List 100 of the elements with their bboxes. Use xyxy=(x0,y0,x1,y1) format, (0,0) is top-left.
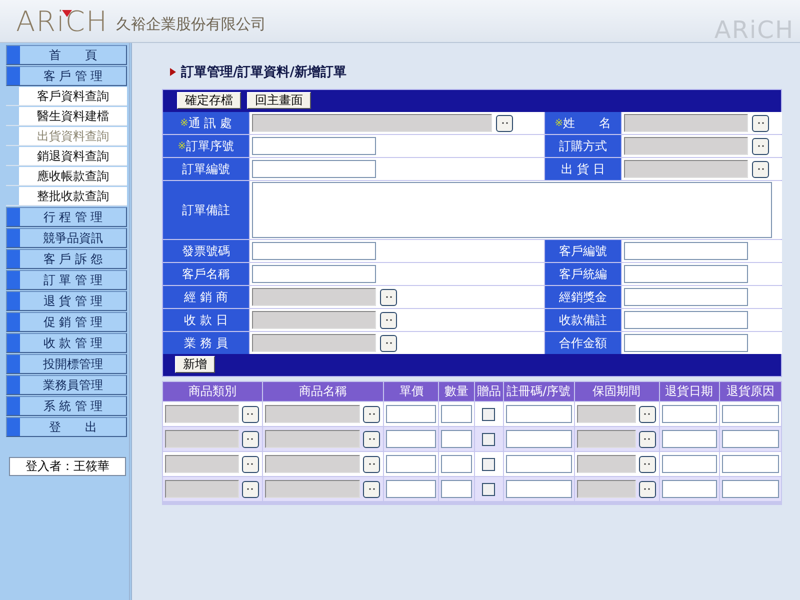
lookup-button[interactable] xyxy=(242,480,259,498)
input-field[interactable] xyxy=(624,334,748,352)
input-field[interactable] xyxy=(722,455,779,473)
menu-item[interactable]: 客 戶 管 理 xyxy=(6,66,127,86)
input-field[interactable] xyxy=(576,430,636,448)
add-button[interactable]: 新增 xyxy=(175,356,215,373)
submenu-item[interactable]: 應收帳款查詢 xyxy=(6,167,127,186)
menu-item[interactable]: 促 銷 管 理 xyxy=(6,312,127,332)
input-field[interactable] xyxy=(722,480,779,498)
gift-checkbox[interactable] xyxy=(482,458,496,470)
input-field[interactable] xyxy=(252,288,376,306)
lookup-button[interactable] xyxy=(363,430,380,448)
input-field[interactable] xyxy=(624,311,748,329)
input-field[interactable] xyxy=(506,430,572,448)
lookup-button[interactable] xyxy=(638,456,656,472)
input-field[interactable] xyxy=(386,430,436,448)
submenu-item[interactable]: 整批收款查詢 xyxy=(6,187,127,206)
lookup-button[interactable] xyxy=(363,456,380,472)
input-field[interactable] xyxy=(662,455,717,473)
input-field[interactable] xyxy=(441,455,472,473)
input-field[interactable] xyxy=(252,114,492,132)
input-field[interactable] xyxy=(624,160,748,178)
input-field[interactable] xyxy=(264,405,360,423)
input-field[interactable] xyxy=(252,265,376,283)
input-field[interactable] xyxy=(662,405,717,423)
input-field[interactable] xyxy=(165,455,239,473)
input-field[interactable] xyxy=(441,405,472,423)
lookup-button[interactable] xyxy=(380,288,397,306)
menu-item[interactable]: 退 貨 管 理 xyxy=(6,291,127,311)
menu-item[interactable]: 業務員管理 xyxy=(6,375,127,395)
input-field[interactable] xyxy=(722,430,779,448)
submenu-item[interactable]: 出貨資料查詢 xyxy=(6,127,127,146)
lookup-button[interactable] xyxy=(380,334,397,352)
lookup-button[interactable] xyxy=(638,480,656,498)
input-field[interactable] xyxy=(252,242,376,260)
label-text: 訂購方式 xyxy=(559,138,607,154)
input-field[interactable] xyxy=(165,405,239,423)
lookup-button[interactable] xyxy=(363,406,380,422)
menu-item[interactable]: 客 戶 訴 怨 xyxy=(6,249,127,269)
input-field[interactable] xyxy=(506,455,572,473)
input-field[interactable] xyxy=(624,288,748,306)
lookup-button[interactable] xyxy=(752,114,769,132)
input-field[interactable] xyxy=(264,430,360,448)
menu-item[interactable]: 首 頁 xyxy=(6,45,127,65)
input-field[interactable] xyxy=(624,265,748,283)
input-field[interactable] xyxy=(165,430,239,448)
column-header: 商品類別 xyxy=(163,382,262,401)
input-field[interactable] xyxy=(506,405,572,423)
input-field[interactable] xyxy=(441,430,472,448)
input-field[interactable] xyxy=(624,137,748,155)
input-field[interactable] xyxy=(576,405,636,423)
form-button[interactable]: 確定存檔 xyxy=(177,92,241,109)
input-field[interactable] xyxy=(252,137,376,155)
submenu-item[interactable]: 客戶資料查詢 xyxy=(6,87,127,106)
input-field[interactable] xyxy=(624,242,748,260)
input-field[interactable] xyxy=(441,480,472,498)
input-field[interactable] xyxy=(386,455,436,473)
input-field[interactable] xyxy=(576,455,636,473)
input-field[interactable] xyxy=(386,405,436,423)
input-field[interactable] xyxy=(624,114,748,132)
menu-item[interactable]: 訂 單 管 理 xyxy=(6,270,127,290)
menu-item[interactable]: 競爭品資訊 xyxy=(6,228,127,248)
label-text: 發票號碼 xyxy=(182,242,230,260)
menu-item[interactable]: 收 款 管 理 xyxy=(6,333,127,353)
menu-item[interactable]: 登 出 xyxy=(6,417,127,437)
lookup-button[interactable] xyxy=(638,406,656,422)
input-field[interactable] xyxy=(662,430,717,448)
lookup-button[interactable] xyxy=(380,312,397,328)
input-field[interactable] xyxy=(506,480,572,498)
gift-checkbox[interactable] xyxy=(482,482,496,496)
lookup-button[interactable] xyxy=(242,430,259,448)
lookup-button[interactable] xyxy=(242,456,259,472)
form-button[interactable]: 回主畫面 xyxy=(247,92,311,109)
menu-item[interactable]: 系 統 管 理 xyxy=(6,396,127,416)
lookup-button[interactable] xyxy=(496,114,513,132)
label-text: 業 務 員 xyxy=(184,334,228,352)
input-field[interactable] xyxy=(264,480,360,498)
menu-item[interactable]: 行 程 管 理 xyxy=(6,207,127,227)
gift-checkbox[interactable] xyxy=(482,408,496,420)
submenu-item[interactable]: 銷退資料查詢 xyxy=(6,147,127,166)
input-field[interactable] xyxy=(165,480,239,498)
lookup-button[interactable] xyxy=(638,430,656,448)
label-text: 經 銷 商 xyxy=(184,288,228,306)
input-field[interactable] xyxy=(576,480,636,498)
input-field[interactable] xyxy=(252,311,376,329)
submenu-item[interactable]: 醫生資料建檔 xyxy=(6,107,127,126)
input-field[interactable] xyxy=(252,334,376,352)
lookup-button[interactable] xyxy=(752,160,769,178)
lookup-button[interactable] xyxy=(752,138,769,154)
lookup-button[interactable] xyxy=(242,406,259,422)
input-field[interactable] xyxy=(264,455,360,473)
menu-item[interactable]: 投開標管理 xyxy=(6,354,127,374)
lookup-button[interactable] xyxy=(363,480,380,498)
textarea-field[interactable] xyxy=(252,182,772,238)
input-field[interactable] xyxy=(662,480,717,498)
gift-checkbox[interactable] xyxy=(482,432,496,446)
required-mark: ※ xyxy=(180,118,188,128)
input-field[interactable] xyxy=(386,480,436,498)
input-field[interactable] xyxy=(722,405,779,423)
input-field[interactable] xyxy=(252,160,376,178)
